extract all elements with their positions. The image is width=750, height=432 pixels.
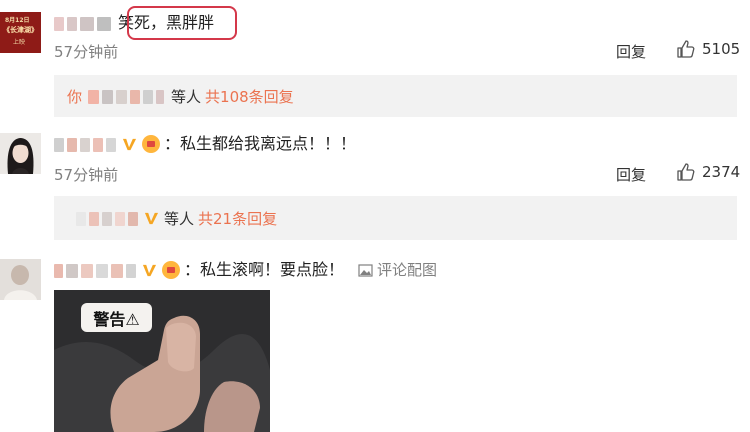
sub-reply-others: 等人 xyxy=(164,209,195,228)
sub-replies-box[interactable]: 等人 共21条回复 xyxy=(54,196,737,240)
comment-3-header: ：私生滚啊！要点脸！ 评论配图 xyxy=(54,259,437,281)
avatar-portrait xyxy=(0,259,41,300)
username-blurred[interactable] xyxy=(54,12,114,34)
avatar-text-title: 《长津湖》 xyxy=(3,26,38,34)
avatar-movie-poster[interactable]: 8月12日 《长津湖》 上映 xyxy=(0,12,41,53)
sub-reply-others: 等人 xyxy=(171,87,202,106)
like-count: 2374 xyxy=(702,163,741,181)
like-button[interactable]: 2374 xyxy=(676,162,740,182)
warning-badge: 警告⚠ xyxy=(81,303,152,332)
sub-reply-user[interactable]: 你 xyxy=(67,86,82,107)
reply-button[interactable]: 回复 xyxy=(616,164,646,185)
comment-2-time: 57分钟前 xyxy=(54,166,119,184)
sub-reply-user-blurred[interactable] xyxy=(76,209,141,227)
comment-1-time: 57分钟前 xyxy=(54,43,119,61)
sub-reply-user-blurred[interactable] xyxy=(88,87,167,105)
image-icon xyxy=(358,263,373,277)
highlight-box xyxy=(127,6,237,40)
vip-crown-icon xyxy=(162,261,180,279)
comment-2-text: ：私生都给我离远点！！！ xyxy=(164,134,357,153)
avatar-text-date: 8月12日 xyxy=(5,17,30,24)
comment-picture-label: 评论配图 xyxy=(377,261,438,279)
comment-2-header: ：私生都给我离远点！！！ xyxy=(54,133,356,155)
thumbs-up-icon xyxy=(677,40,695,58)
avatar-user-2[interactable] xyxy=(0,133,41,174)
sub-reply-count-link[interactable]: 共21条回复 xyxy=(198,208,277,229)
sub-reply-count-link[interactable]: 共108条回复 xyxy=(205,86,294,107)
sub-replies-box[interactable]: 你 等人 共108条回复 xyxy=(54,75,737,117)
username-blurred[interactable] xyxy=(54,133,119,155)
username-blurred[interactable] xyxy=(54,259,139,281)
vip-crown-icon xyxy=(142,135,160,153)
reply-button[interactable]: 回复 xyxy=(616,41,646,62)
avatar-text-release: 上映 xyxy=(13,39,26,46)
verified-v-icon xyxy=(122,138,137,150)
comment-image[interactable]: 警告⚠ xyxy=(54,290,270,432)
avatar-portrait xyxy=(0,133,41,174)
like-count: 5105 xyxy=(702,40,741,58)
comment-3-text: ：私生滚啊！要点脸！ xyxy=(184,260,345,279)
like-button[interactable]: 5105 xyxy=(676,39,740,59)
avatar-user-3[interactable] xyxy=(0,259,41,300)
thumbs-up-icon xyxy=(677,163,695,181)
comment-picture-link[interactable]: 评论配图 xyxy=(358,259,437,281)
verified-v-icon xyxy=(142,264,157,276)
verified-v-icon xyxy=(144,212,159,224)
